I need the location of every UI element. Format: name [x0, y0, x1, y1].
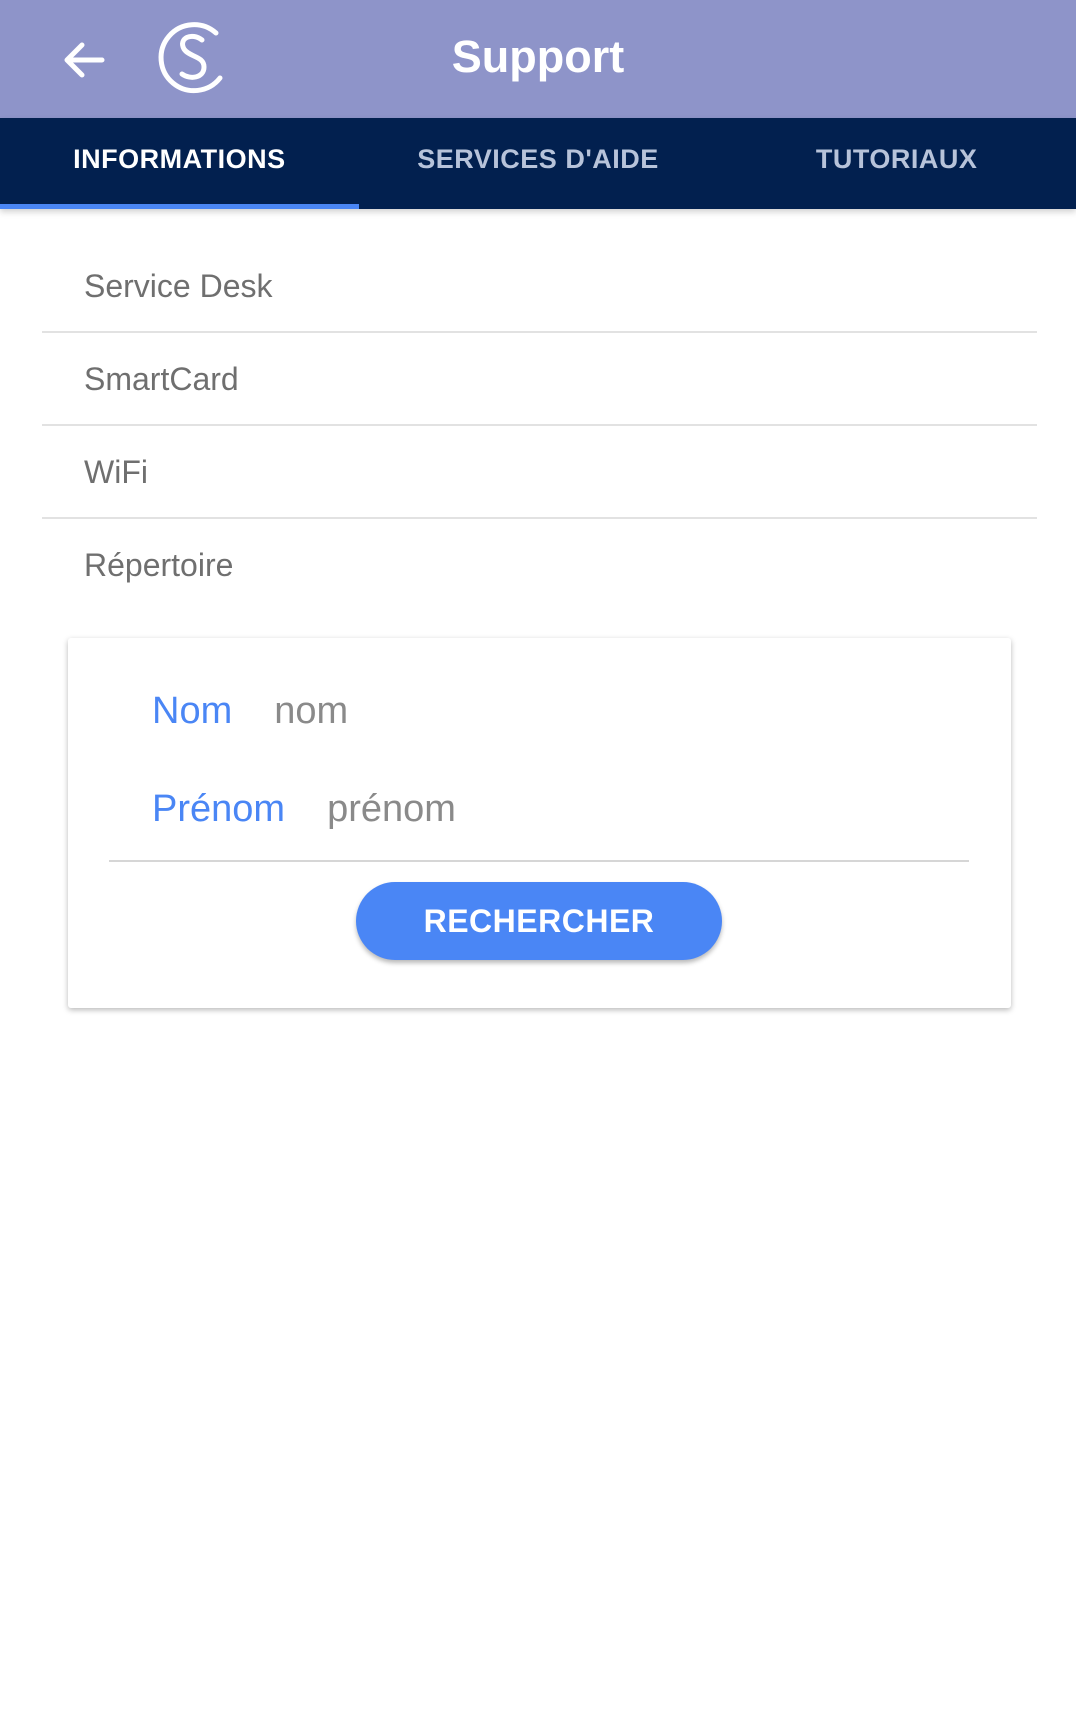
list-item-smartcard[interactable]: SmartCard: [42, 333, 1037, 426]
tab-bar: INFORMATIONS SERVICES D'AIDE TUTORIAUX: [0, 118, 1076, 209]
list-item-wifi[interactable]: WiFi: [42, 426, 1037, 519]
directory-search-card: Nom Prénom RECHERCHER: [68, 638, 1011, 1008]
input-underline: [109, 860, 969, 862]
nom-label: Nom: [152, 690, 233, 732]
prenom-field-row: Prénom: [152, 788, 828, 831]
prenom-label: Prénom: [152, 788, 286, 830]
arrow-left-icon: [64, 42, 105, 78]
list-item-repertoire[interactable]: Répertoire: [42, 519, 1037, 612]
list-item-service-desk[interactable]: Service Desk: [42, 240, 1037, 333]
tab-services-daide[interactable]: SERVICES D'AIDE: [359, 118, 718, 209]
info-list: Service Desk SmartCard WiFi Répertoire: [42, 240, 1037, 612]
back-button[interactable]: [48, 24, 120, 96]
app-bar: Support: [0, 0, 1076, 118]
nom-input[interactable]: [274, 690, 775, 733]
tab-informations[interactable]: INFORMATIONS: [0, 118, 359, 209]
prenom-input[interactable]: [327, 788, 828, 831]
tab-tutoriaux[interactable]: TUTORIAUX: [717, 118, 1076, 209]
app-logo: [154, 20, 234, 96]
search-button[interactable]: RECHERCHER: [356, 882, 722, 960]
nom-field-row: Nom: [152, 690, 775, 733]
swirl-s-logo: [158, 22, 223, 94]
